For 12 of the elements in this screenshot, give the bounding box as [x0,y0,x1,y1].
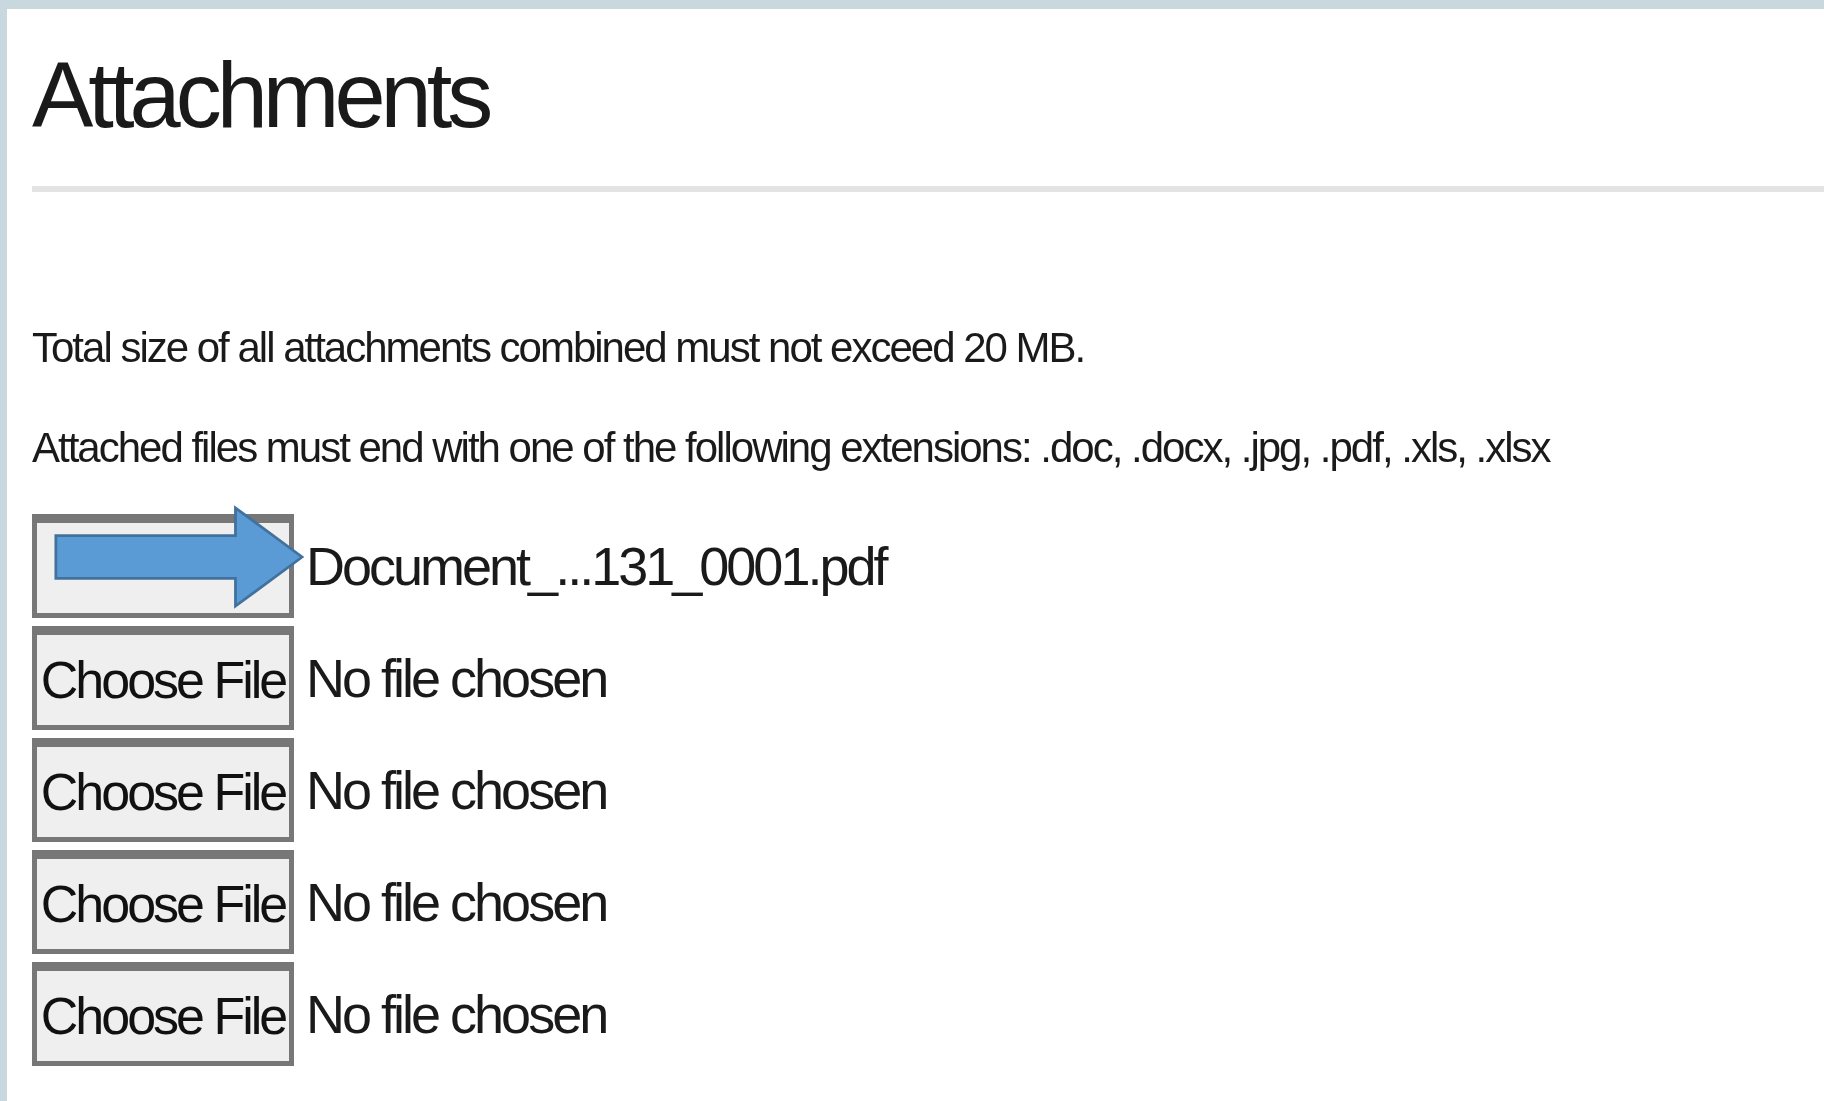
file-status-text: No file chosen [306,759,607,821]
choose-file-button[interactable]: Choose File [32,626,294,730]
file-status-text: Document_...131_0001.pdf [306,535,886,597]
file-status-text: No file chosen [306,983,607,1045]
choose-file-button[interactable]: Choose File [32,962,294,1066]
choose-file-button[interactable]: Choose File [32,850,294,954]
file-status-text: No file chosen [306,647,607,709]
choose-file-button[interactable]: Choose File [32,738,294,842]
note-text: Attached files must end with one of the following extensions: .doc, .docx, .jpg, .pdf, .xls, .xlsx [32,427,1552,469]
file-status-text: No file chosen [306,871,607,933]
note-text: Total size of all attachments combined must not exceed 20 MB. [32,327,1086,369]
section-heading: Attachments [32,43,490,141]
